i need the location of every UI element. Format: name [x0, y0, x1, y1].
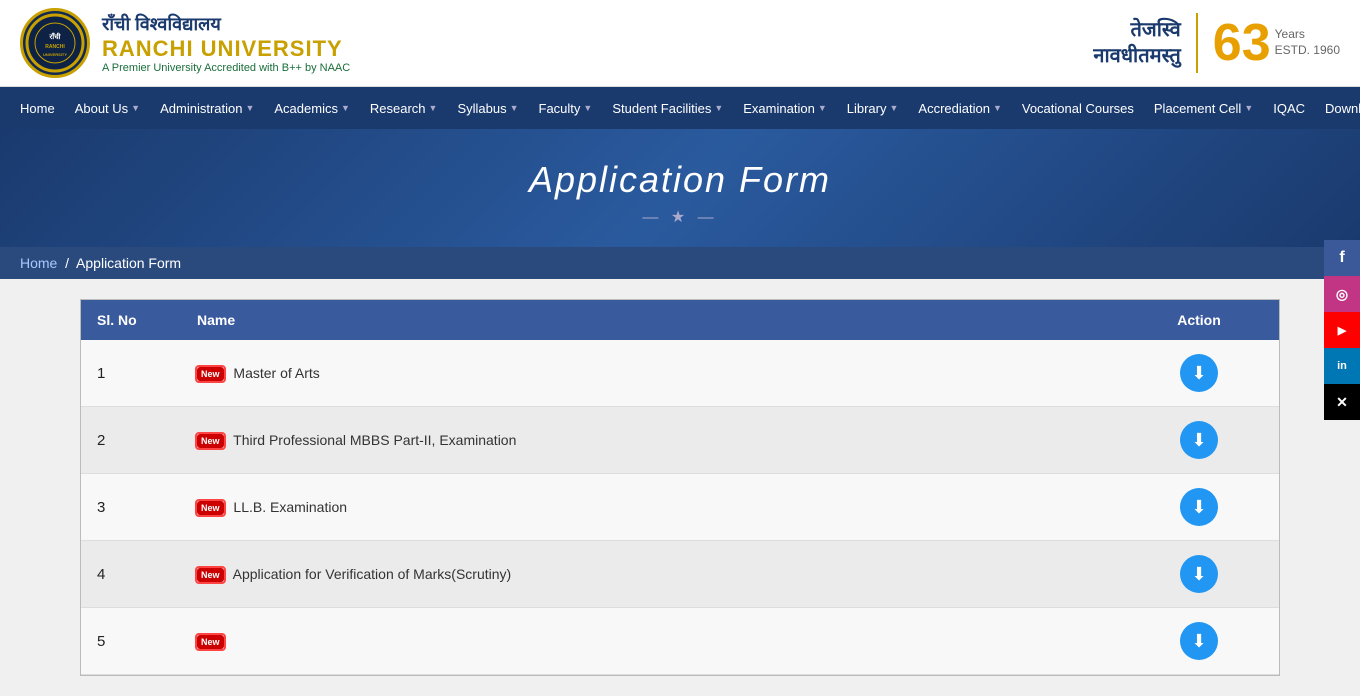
- table-row: 1 New Master of Arts ⬇: [81, 340, 1279, 407]
- breadcrumb-current: Application Form: [76, 255, 181, 271]
- chevron-down-icon: ▼: [583, 103, 592, 113]
- twitter-button[interactable]: ✕: [1324, 384, 1360, 420]
- main-content: Sl. No Name Action 1 New Master of Arts …: [0, 279, 1360, 696]
- table-cell-action: ⬇: [1119, 474, 1279, 541]
- slogan-line2: नावधीतमस्तु: [1093, 43, 1180, 69]
- twitter-icon: ✕: [1336, 394, 1348, 411]
- table-cell-name: New: [181, 608, 1119, 675]
- hindi-slogan: तेजस्वि नावधीतमस्तु: [1093, 17, 1180, 69]
- chevron-down-icon: ▼: [245, 103, 254, 113]
- page-banner: Application Form — ★ —: [0, 129, 1360, 247]
- linkedin-icon: in: [1337, 360, 1347, 372]
- download-button[interactable]: ⬇: [1180, 354, 1218, 392]
- nav-placement-cell[interactable]: Placement Cell ▼: [1144, 87, 1263, 129]
- youtube-button[interactable]: ▶: [1324, 312, 1360, 348]
- nav-about-us[interactable]: About Us ▼: [65, 87, 150, 129]
- header-right: तेजस्वि नावधीतमस्तु 63 Years ESTD. 1960: [1093, 13, 1340, 73]
- download-button[interactable]: ⬇: [1180, 421, 1218, 459]
- years-badge: 63 Years ESTD. 1960: [1213, 17, 1340, 69]
- table-header-row: Sl. No Name Action: [81, 300, 1279, 340]
- col-header-sl-no: Sl. No: [81, 300, 181, 340]
- new-badge: New: [197, 568, 224, 582]
- breadcrumb-home[interactable]: Home: [20, 255, 57, 271]
- chevron-down-icon: ▼: [714, 103, 723, 113]
- linkedin-button[interactable]: in: [1324, 348, 1360, 384]
- nav-faculty[interactable]: Faculty ▼: [529, 87, 603, 129]
- new-badge: New: [197, 367, 224, 381]
- new-badge: New: [197, 501, 224, 515]
- instagram-button[interactable]: ◎: [1324, 276, 1360, 312]
- nav-accrediation[interactable]: Accrediation ▼: [908, 87, 1011, 129]
- table-cell-sl: 2: [81, 407, 181, 474]
- nav-examination[interactable]: Examination ▼: [733, 87, 836, 129]
- university-logo: राँची RANCHI UNIVERSITY: [20, 8, 90, 78]
- chevron-down-icon: ▼: [510, 103, 519, 113]
- university-tagline: A Premier University Accredited with B++…: [102, 62, 350, 74]
- svg-text:RANCHI: RANCHI: [45, 44, 65, 50]
- download-button[interactable]: ⬇: [1180, 555, 1218, 593]
- university-name-hindi: राँची विश्वविद्यालय: [102, 12, 350, 36]
- col-header-action: Action: [1119, 300, 1279, 340]
- table-row: 4 New Application for Verification of Ma…: [81, 541, 1279, 608]
- chevron-down-icon: ▼: [131, 103, 140, 113]
- table-cell-sl: 3: [81, 474, 181, 541]
- chevron-down-icon: ▼: [341, 103, 350, 113]
- nav-iqac[interactable]: IQAC: [1263, 87, 1315, 129]
- logo-text-area: राँची विश्वविद्यालय RANCHI UNIVERSITY A …: [102, 12, 350, 74]
- svg-text:राँची: राँची: [49, 32, 62, 41]
- table-cell-name: New Third Professional MBBS Part-II, Exa…: [181, 407, 1119, 474]
- table-cell-name: New LL.B. Examination: [181, 474, 1119, 541]
- table-row: 2 New Third Professional MBBS Part-II, E…: [81, 407, 1279, 474]
- new-badge: New: [197, 635, 224, 649]
- chevron-down-icon: ▼: [818, 103, 827, 113]
- nav-syllabus[interactable]: Syllabus ▼: [447, 87, 528, 129]
- logo-area: राँची RANCHI UNIVERSITY राँची विश्वविद्य…: [20, 8, 350, 78]
- table-cell-action: ⬇: [1119, 340, 1279, 407]
- table-cell-sl: 5: [81, 608, 181, 675]
- nav-home[interactable]: Home: [10, 87, 65, 129]
- application-form-table-wrapper: Sl. No Name Action 1 New Master of Arts …: [80, 299, 1280, 676]
- table-cell-action: ⬇: [1119, 407, 1279, 474]
- nav-academics[interactable]: Academics ▼: [264, 87, 360, 129]
- col-header-name: Name: [181, 300, 1119, 340]
- nav-downloads[interactable]: Downloads ▼: [1315, 87, 1360, 129]
- header-divider: [1196, 13, 1198, 73]
- youtube-icon: ▶: [1338, 324, 1346, 337]
- breadcrumb-separator: /: [61, 255, 76, 271]
- new-badge: New: [197, 434, 224, 448]
- nav-research[interactable]: Research ▼: [360, 87, 448, 129]
- table-cell-name: New Master of Arts: [181, 340, 1119, 407]
- social-sidebar: f ◎ ▶ in ✕: [1324, 240, 1360, 420]
- chevron-down-icon: ▼: [429, 103, 438, 113]
- table-row: 3 New LL.B. Examination ⬇: [81, 474, 1279, 541]
- slogan-line1: तेजस्वि: [1093, 17, 1180, 43]
- facebook-button[interactable]: f: [1324, 240, 1360, 276]
- download-button[interactable]: ⬇: [1180, 488, 1218, 526]
- years-text: Years ESTD. 1960: [1275, 27, 1340, 58]
- table-row: 5 New ⬇: [81, 608, 1279, 675]
- nav-library[interactable]: Library ▼: [837, 87, 909, 129]
- site-header: राँची RANCHI UNIVERSITY राँची विश्वविद्य…: [0, 0, 1360, 87]
- download-button[interactable]: ⬇: [1180, 622, 1218, 660]
- table-cell-sl: 4: [81, 541, 181, 608]
- university-name-english: RANCHI UNIVERSITY: [102, 36, 350, 62]
- chevron-down-icon: ▼: [1244, 103, 1253, 113]
- main-navbar: Home About Us ▼ Administration ▼ Academi…: [0, 87, 1360, 129]
- svg-text:UNIVERSITY: UNIVERSITY: [43, 52, 67, 57]
- nav-student-facilities[interactable]: Student Facilities ▼: [602, 87, 733, 129]
- application-form-table: Sl. No Name Action 1 New Master of Arts …: [81, 300, 1279, 675]
- years-number: 63: [1213, 17, 1271, 69]
- table-cell-action: ⬇: [1119, 608, 1279, 675]
- table-cell-action: ⬇: [1119, 541, 1279, 608]
- chevron-down-icon: ▼: [993, 103, 1002, 113]
- nav-vocational-courses[interactable]: Vocational Courses: [1012, 87, 1144, 129]
- table-cell-sl: 1: [81, 340, 181, 407]
- table-cell-name: New Application for Verification of Mark…: [181, 541, 1119, 608]
- chevron-down-icon: ▼: [889, 103, 898, 113]
- breadcrumb: Home / Application Form: [0, 247, 1360, 279]
- banner-decoration: — ★ —: [20, 207, 1340, 227]
- nav-administration[interactable]: Administration ▼: [150, 87, 264, 129]
- banner-title: Application Form: [20, 159, 1340, 201]
- instagram-icon: ◎: [1336, 286, 1348, 303]
